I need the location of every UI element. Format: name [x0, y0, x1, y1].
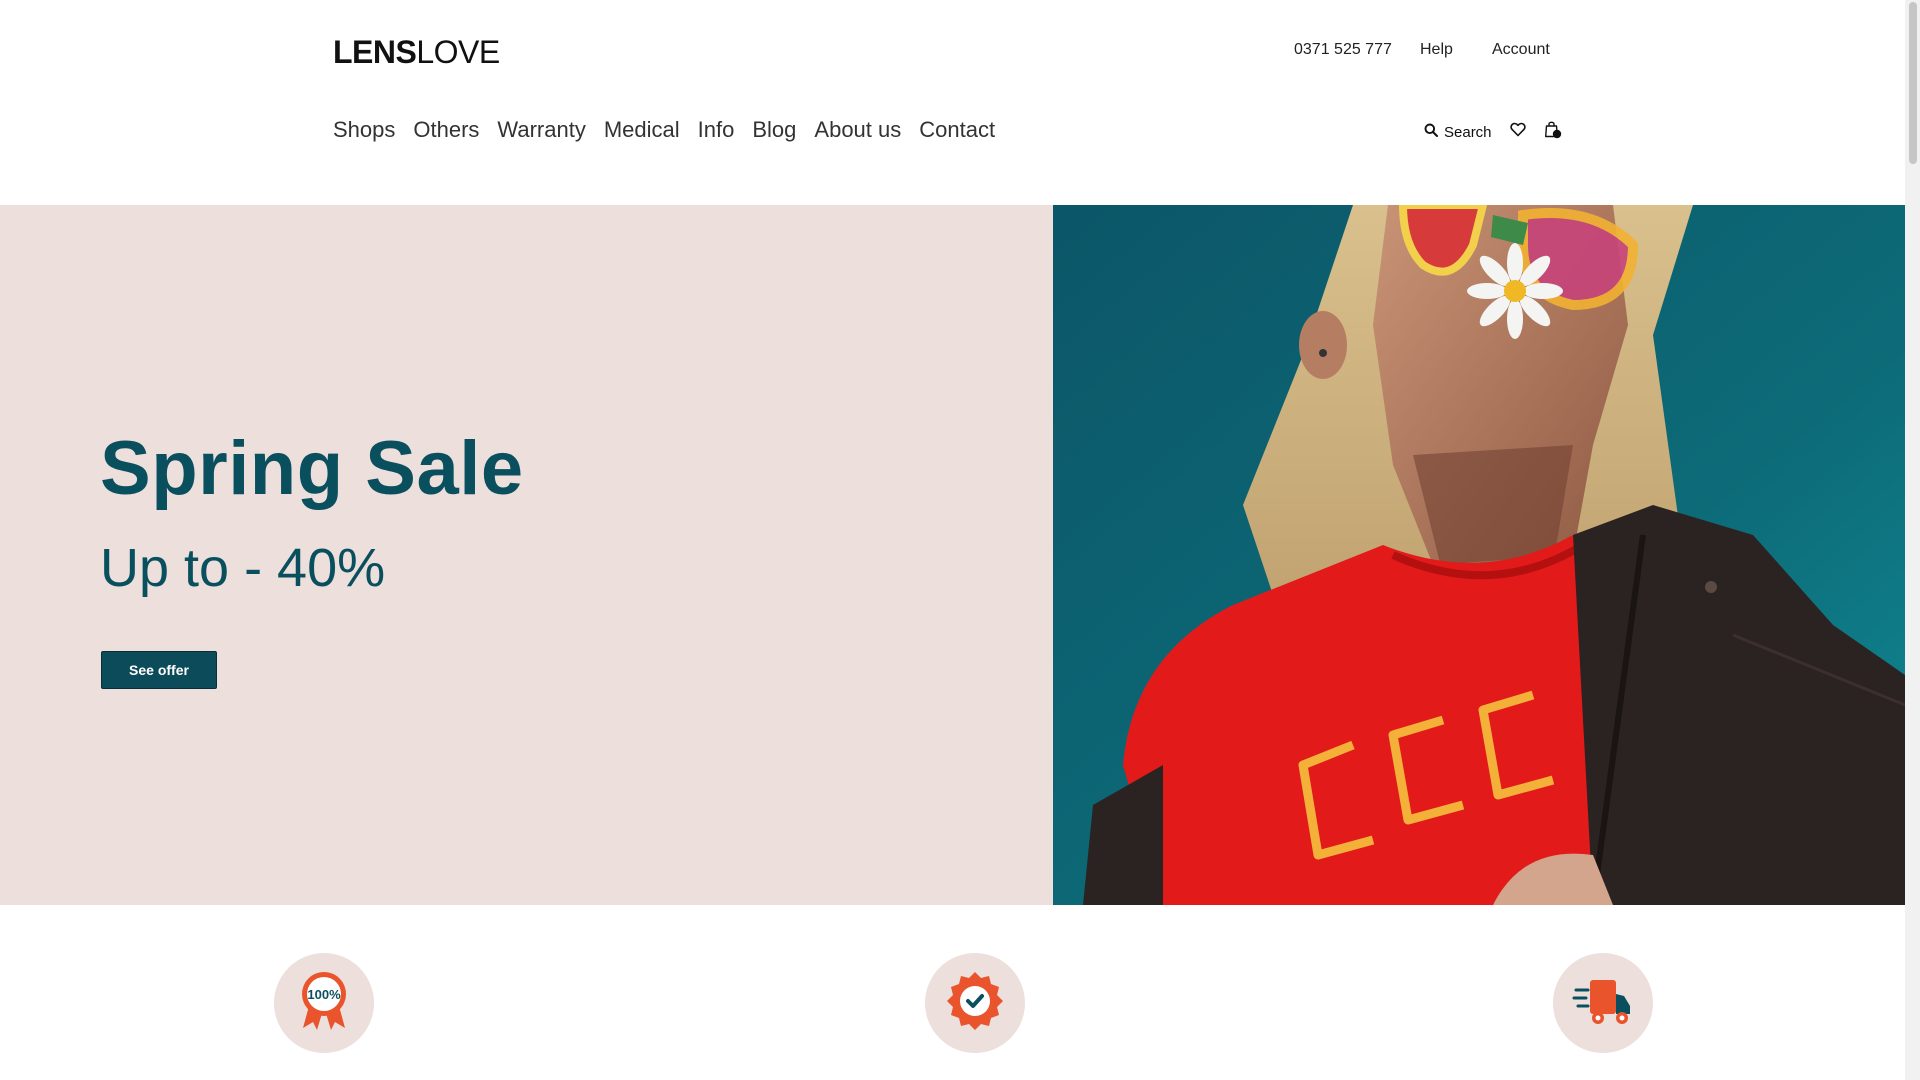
guarantee-badge-text: 100%	[307, 987, 341, 1002]
feature-verified	[925, 953, 1025, 1053]
heart-icon	[1509, 122, 1526, 142]
verified-seal-icon	[944, 970, 1006, 1037]
logo-light-text: LOVE	[416, 34, 500, 70]
page: LENSLOVE 0371 525 777 Help Account Shops…	[0, 0, 1905, 1080]
nav-item-warranty[interactable]: Warranty	[497, 119, 585, 141]
nav-item-info[interactable]: Info	[698, 119, 735, 141]
feature-delivery	[1553, 953, 1653, 1053]
wishlist-button[interactable]	[1509, 122, 1526, 142]
nav-item-others[interactable]: Others	[413, 119, 479, 141]
feature-guarantee: 100%	[274, 953, 374, 1053]
search-label: Search	[1444, 123, 1492, 141]
logo-bold-text: LENS	[333, 34, 417, 70]
hero-photo-illustration	[1053, 205, 1905, 905]
hero-text-panel: Spring Sale Up to - 40% See offer	[0, 205, 1053, 905]
nav-item-shops[interactable]: Shops	[333, 119, 395, 141]
shopping-bag-icon	[1544, 120, 1562, 144]
guarantee-badge-icon: 100%	[293, 970, 355, 1037]
nav-item-about-us[interactable]: About us	[814, 119, 901, 141]
hero-image[interactable]	[1053, 205, 1905, 905]
scrollbar-thumb[interactable]	[1909, 2, 1917, 164]
search-icon	[1424, 123, 1438, 141]
search-button[interactable]: Search	[1424, 123, 1492, 141]
delivery-truck-icon	[1572, 970, 1634, 1037]
hero-subtitle: Up to - 40%	[100, 538, 386, 598]
page-scrollbar[interactable]	[1905, 0, 1920, 1080]
help-link[interactable]: Help	[1420, 42, 1453, 58]
cart-button[interactable]	[1544, 120, 1562, 144]
nav-item-contact[interactable]: Contact	[919, 119, 995, 141]
header-tools: Search	[1424, 121, 1562, 143]
see-offer-button[interactable]: See offer	[101, 651, 217, 689]
phone-number-link[interactable]: 0371 525 777	[1294, 42, 1392, 58]
account-link[interactable]: Account	[1492, 42, 1550, 58]
site-logo[interactable]: LENSLOVE	[333, 36, 500, 68]
nav-item-blog[interactable]: Blog	[752, 119, 796, 141]
main-nav: Shops Others Warranty Medical Info Blog …	[333, 119, 995, 141]
hero-banner: Spring Sale Up to - 40% See offer	[0, 205, 1905, 905]
nav-item-medical[interactable]: Medical	[604, 119, 680, 141]
features-row: 100%	[0, 953, 1905, 1053]
hero-title: Spring Sale	[100, 426, 524, 511]
